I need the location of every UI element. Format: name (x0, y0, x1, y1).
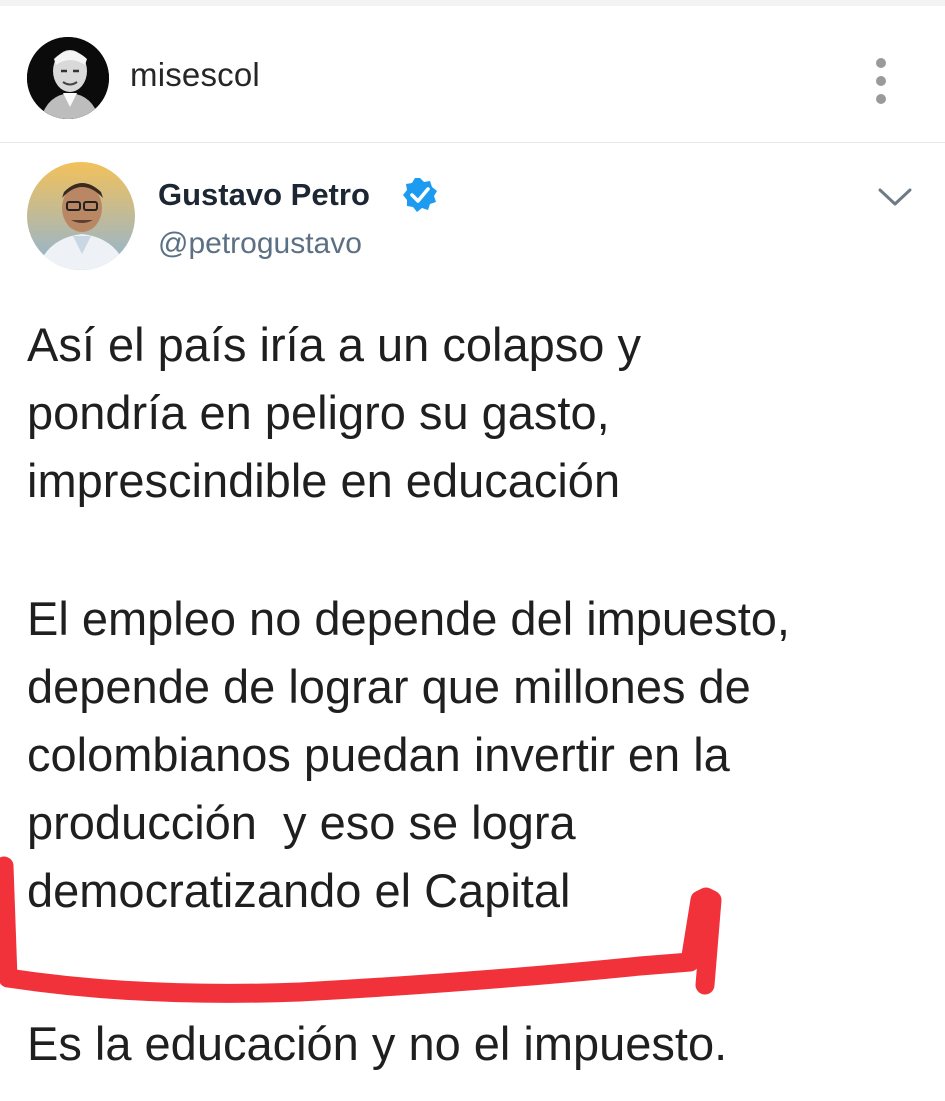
chevron-down-icon[interactable] (875, 182, 915, 212)
tweet-text-paragraph: El empleo no depende del impuesto, depen… (27, 592, 790, 917)
dot (876, 94, 886, 104)
more-options-icon[interactable] (866, 58, 896, 104)
instagram-post: misescol Gustavo Petro @petrogustavo Así… (0, 0, 945, 1101)
tweet-author-name[interactable]: Gustavo Petro (158, 177, 370, 213)
tweet-text-paragraph: Así el país iría a un colapso y pondría … (27, 318, 641, 507)
red-underline-annotation (0, 856, 722, 1003)
tweet-author-avatar[interactable] (27, 162, 135, 270)
profile-avatar[interactable] (27, 37, 109, 119)
dot (876, 76, 886, 86)
dot (876, 58, 886, 68)
verified-badge-icon (401, 176, 439, 214)
tweet-text-paragraph: Es la educación y no el impuesto. (27, 1017, 728, 1070)
username[interactable]: misescol (130, 56, 260, 94)
header-divider (0, 142, 945, 143)
post-header: misescol (0, 6, 945, 143)
tweet-author-handle[interactable]: @petrogustavo (158, 227, 362, 261)
